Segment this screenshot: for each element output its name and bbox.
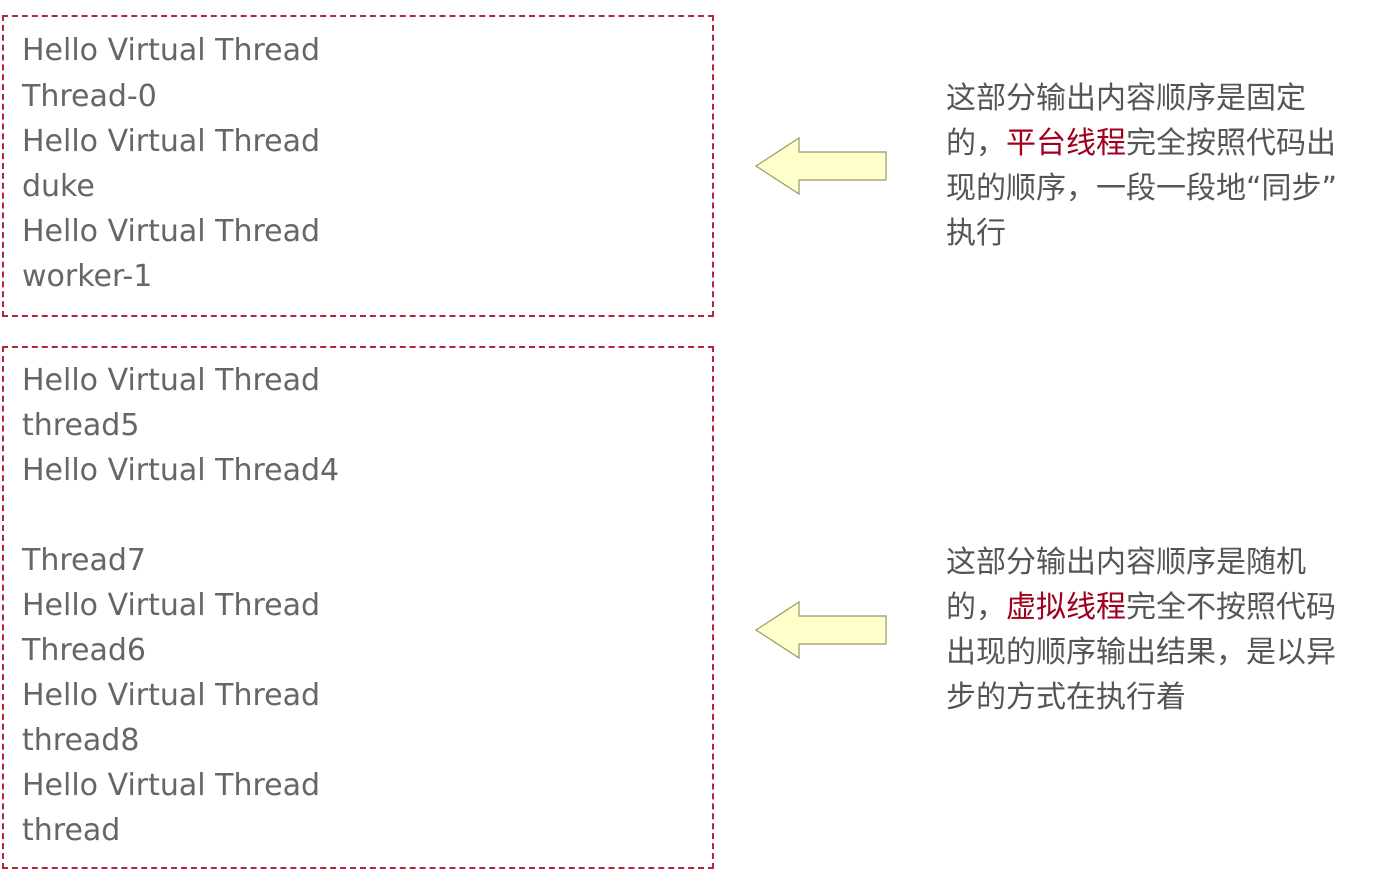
note-text: 的， — [946, 126, 1006, 161]
note-line: 这部分输出内容顺序是固定 — [946, 81, 1306, 116]
bottom-output-line: Hello Virtual Thread — [22, 588, 321, 623]
note-line: 出现的顺序输出结果，是以异 — [946, 635, 1336, 670]
bottom-output-line: Thread7 — [22, 543, 146, 578]
top-output-line: Thread-0 — [22, 79, 157, 114]
bottom-output-line: Hello Virtual Thread — [22, 363, 321, 398]
note-line: 这部分输出内容顺序是随机 — [946, 545, 1306, 580]
top-output-line: duke — [22, 169, 95, 204]
note-line: 步的方式在执行着 — [946, 680, 1186, 715]
note-text: 的， — [946, 590, 1006, 625]
bottom-output-line: thread — [22, 813, 121, 848]
top-output-line: Hello Virtual Thread — [22, 124, 321, 159]
note-text: 完全按照代码出 — [1126, 126, 1336, 161]
note-line: 现的顺序，一段一段地“同步” — [946, 171, 1338, 206]
bottom-output-line: thread5 — [22, 408, 140, 443]
note-line: 的，虚拟线程完全不按照代码 — [946, 585, 1376, 630]
note-line: 的，平台线程完全按照代码出 — [946, 121, 1376, 166]
top-output-line: Hello Virtual Thread — [22, 214, 321, 249]
platform-thread-note: 这部分输出内容顺序是固定 的，平台线程完全按照代码出 现的顺序，一段一段地“同步… — [946, 76, 1376, 256]
note-line: 执行 — [946, 216, 1006, 251]
bottom-output-line: Hello Virtual Thread — [22, 678, 321, 713]
highlight-term: 平台线程 — [1006, 126, 1126, 161]
virtual-thread-note: 这部分输出内容顺序是随机 的，虚拟线程完全不按照代码 出现的顺序输出结果，是以异… — [946, 540, 1376, 720]
bottom-output-line: Thread6 — [22, 633, 146, 668]
bottom-output-line: thread8 — [22, 723, 140, 758]
bottom-output-line: Hello Virtual Thread — [22, 768, 321, 803]
highlight-term: 虚拟线程 — [1006, 590, 1126, 625]
top-output-line: worker-1 — [22, 259, 153, 294]
bottom-output-line: Hello Virtual Thread4 — [22, 453, 340, 488]
left-arrow-icon — [755, 601, 887, 659]
top-output-line: Hello Virtual Thread — [22, 33, 321, 68]
left-arrow-icon — [755, 137, 887, 195]
note-text: 完全不按照代码 — [1126, 590, 1336, 625]
